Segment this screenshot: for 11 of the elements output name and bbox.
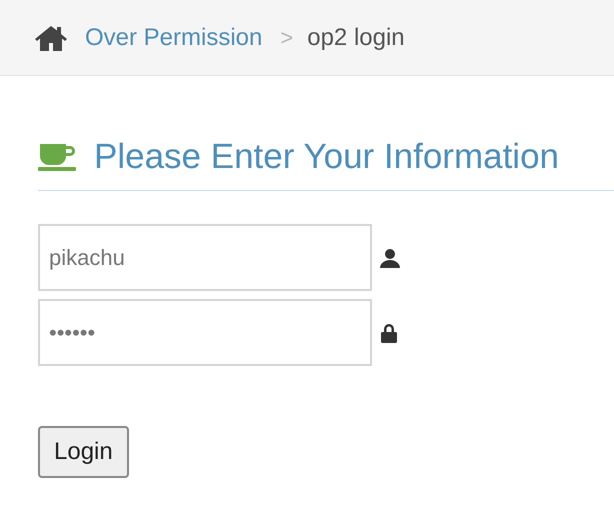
- breadcrumb-separator: >: [280, 24, 294, 52]
- breadcrumb-link[interactable]: Over Permission: [85, 20, 262, 56]
- password-field[interactable]: ••••••: [38, 299, 372, 366]
- section-heading: Please Enter Your Information: [94, 136, 560, 178]
- user-icon: [380, 248, 400, 268]
- login-button[interactable]: Login: [38, 426, 129, 478]
- lock-icon: [380, 322, 398, 342]
- breadcrumb-current: op2 login: [307, 22, 405, 52]
- home-icon: [33, 24, 69, 52]
- username-field[interactable]: pikachu: [38, 224, 372, 291]
- coffee-cup-icon: [38, 142, 78, 172]
